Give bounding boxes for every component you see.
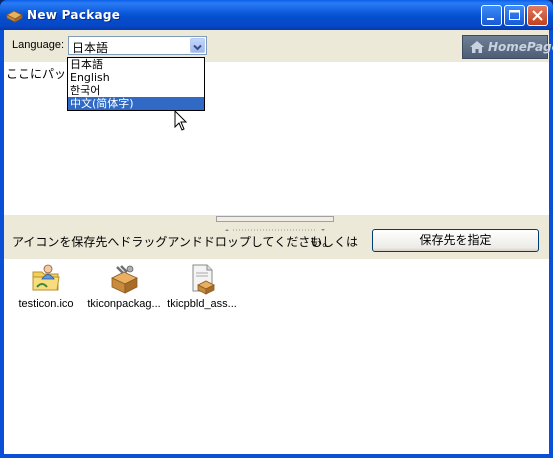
window-frame-bottom <box>0 454 553 458</box>
close-button[interactable] <box>527 5 548 26</box>
maximize-button[interactable] <box>504 5 525 26</box>
app-window: New Package Language: 日本語 HomePage ここにパッ… <box>0 0 553 458</box>
close-icon <box>532 10 543 21</box>
file-name: testicon.ico <box>18 298 74 310</box>
choose-destination-button[interactable]: 保存先を指定 <box>372 229 539 252</box>
pane-splitter[interactable] <box>216 216 334 231</box>
package-tools-icon <box>111 265 138 294</box>
minimize-button[interactable] <box>481 5 502 26</box>
icon-file-list[interactable]: testicon.ico tkiconpackag... tkicpbld_as… <box>4 259 549 454</box>
document-package-icon <box>192 264 215 295</box>
mouse-cursor-icon <box>174 110 188 131</box>
package-content-text: ここにパッケ <box>6 67 66 81</box>
maximize-icon <box>509 10 520 20</box>
language-dropdown-list[interactable]: 日本語 English 한국어 中文(简体字) <box>67 57 205 111</box>
file-item-tkiconpackage[interactable]: tkiconpackag... <box>84 263 164 310</box>
language-dropdown-button[interactable] <box>190 38 205 53</box>
or-label: もしくは <box>310 235 359 249</box>
file-item-tkicpbld[interactable]: tkicpbld_ass... <box>162 263 242 310</box>
language-label: Language: <box>12 39 64 51</box>
folder-person-icon <box>32 264 60 291</box>
file-name: tkiconpackag... <box>87 298 161 310</box>
window-frame-right <box>549 30 553 458</box>
drag-drop-instruction: アイコンを保存先へドラッグアンドドロップしてください。 <box>12 235 335 249</box>
grip-icon <box>225 229 325 231</box>
minimize-icon <box>487 18 494 20</box>
language-option-chinese[interactable]: 中文(简体字) <box>68 97 204 110</box>
window-title: New Package <box>27 8 121 22</box>
title-bar[interactable]: New Package <box>0 0 553 30</box>
home-icon <box>470 41 484 53</box>
package-icon <box>6 10 23 23</box>
language-option-japanese[interactable]: 日本語 <box>68 58 204 71</box>
language-select[interactable]: 日本語 <box>68 36 207 55</box>
language-select-value: 日本語 <box>72 41 109 55</box>
file-name: tkicpbld_ass... <box>167 298 237 310</box>
homepage-button[interactable]: HomePage <box>462 35 553 59</box>
language-option-korean[interactable]: 한국어 <box>68 84 204 97</box>
homepage-label: HomePage <box>488 40 553 54</box>
chevron-down-icon <box>193 44 202 51</box>
language-option-english[interactable]: English <box>68 71 204 84</box>
file-item-testicon[interactable]: testicon.ico <box>6 263 86 310</box>
